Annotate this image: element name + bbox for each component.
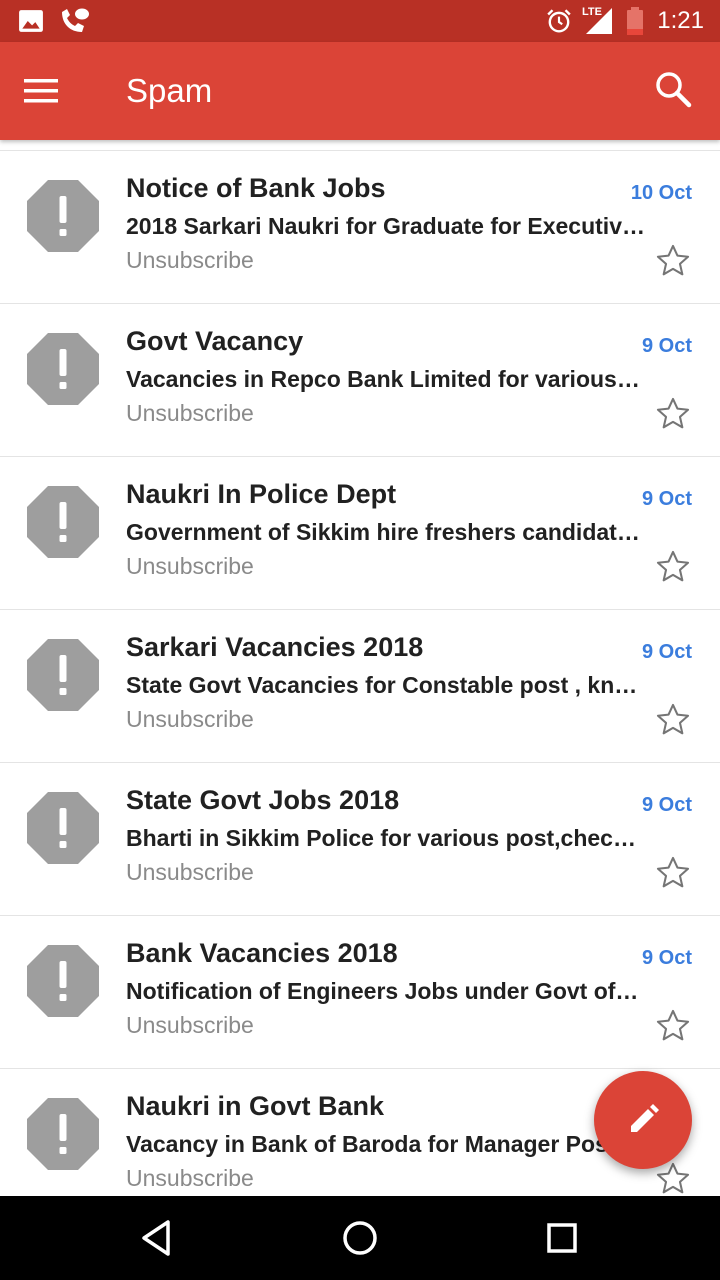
status-bar: LTE 1:21 (0, 0, 720, 42)
list-divider (0, 140, 720, 151)
sender-name: Bank Vacancies 2018 (126, 938, 398, 968)
app-bar: Spam (0, 42, 720, 140)
missed-call-icon (58, 0, 90, 42)
email-row[interactable]: Bank Vacancies 2018 9 Oct Notification of … (0, 916, 720, 1069)
email-date: 9 Oct (641, 794, 692, 816)
spam-warning-icon (27, 792, 99, 864)
email-row[interactable]: Govt Vacancy 9 Oct Vacancies in Repco Bank… (0, 304, 720, 457)
sender-name: Naukri In Police Dept (126, 479, 397, 509)
star-icon[interactable] (654, 701, 694, 741)
email-date: 9 Oct (641, 488, 692, 510)
sender-name: Sarkari Vacancies 2018 (126, 632, 424, 662)
page-title: Spam (126, 72, 213, 109)
star-icon[interactable] (654, 395, 694, 435)
email-subject: Notification of Engineers Jobs under Gov… (126, 978, 639, 1004)
sender-name: Naukri in Govt Bank (126, 1091, 385, 1121)
unsubscribe-link[interactable]: Unsubscribe (126, 247, 254, 274)
email-row[interactable]: Sarkari Vacancies 2018 9 Oct State Govt Va… (0, 610, 720, 763)
home-icon[interactable] (338, 1216, 382, 1260)
unsubscribe-link[interactable]: Unsubscribe (126, 553, 254, 580)
battery-icon (626, 0, 644, 42)
email-list: Notice of Bank Jobs 10 Oct 2018 Sarkari Na… (0, 140, 720, 1196)
network-type: LTE (582, 6, 602, 18)
email-subject: State Govt Vacancies for Constable post … (126, 672, 638, 698)
email-date: 10 Oct (630, 182, 692, 204)
unsubscribe-link[interactable]: Unsubscribe (126, 1012, 254, 1039)
email-row[interactable]: Naukri In Police Dept 9 Oct Government of … (0, 457, 720, 610)
spam-warning-icon (27, 1098, 99, 1170)
sender-name: Notice of Bank Jobs (126, 173, 386, 203)
unsubscribe-link[interactable]: Unsubscribe (126, 1165, 254, 1192)
recents-icon[interactable] (540, 1216, 584, 1260)
spam-warning-icon (27, 639, 99, 711)
star-icon[interactable] (654, 1007, 694, 1047)
email-subject: Bharti in Sikkim Police for various post… (126, 825, 646, 851)
menu-icon[interactable] (24, 71, 74, 111)
clock: 1:21 (657, 7, 704, 34)
email-subject: Vacancy in Bank of Baroda for Manager Po… (126, 1131, 616, 1157)
spam-warning-icon (27, 180, 99, 252)
back-icon[interactable] (136, 1216, 180, 1260)
sender-name: Govt Vacancy (126, 326, 304, 356)
email-subject: Vacancies in Repco Bank Limited for vari… (126, 366, 640, 392)
sender-name: State Govt Jobs 2018 (126, 785, 400, 815)
compose-button[interactable] (594, 1071, 692, 1169)
spam-warning-icon (27, 486, 99, 558)
image-icon (18, 0, 44, 42)
star-icon[interactable] (654, 548, 694, 588)
email-date: 9 Oct (641, 335, 692, 357)
star-icon[interactable] (654, 854, 694, 894)
email-date: 9 Oct (641, 641, 692, 663)
unsubscribe-link[interactable]: Unsubscribe (126, 706, 254, 733)
email-subject: Government of Sikkim hire freshers candi… (126, 519, 640, 545)
navigation-bar (0, 1196, 720, 1280)
alarm-icon (546, 0, 572, 42)
email-row[interactable]: Notice of Bank Jobs 10 Oct 2018 Sarkari Na… (0, 151, 720, 304)
unsubscribe-link[interactable]: Unsubscribe (126, 400, 254, 427)
email-row[interactable]: State Govt Jobs 2018 9 Oct Bharti in Sikki… (0, 763, 720, 916)
star-icon[interactable] (654, 242, 694, 282)
signal-icon: LTE (582, 0, 614, 48)
email-subject: 2018 Sarkari Naukri for Graduate for Exe… (126, 213, 645, 239)
spam-warning-icon (27, 333, 99, 405)
pencil-icon (631, 1104, 659, 1132)
search-icon[interactable] (652, 68, 702, 118)
spam-warning-icon (27, 945, 99, 1017)
unsubscribe-link[interactable]: Unsubscribe (126, 859, 254, 886)
email-date: 9 Oct (641, 947, 692, 969)
